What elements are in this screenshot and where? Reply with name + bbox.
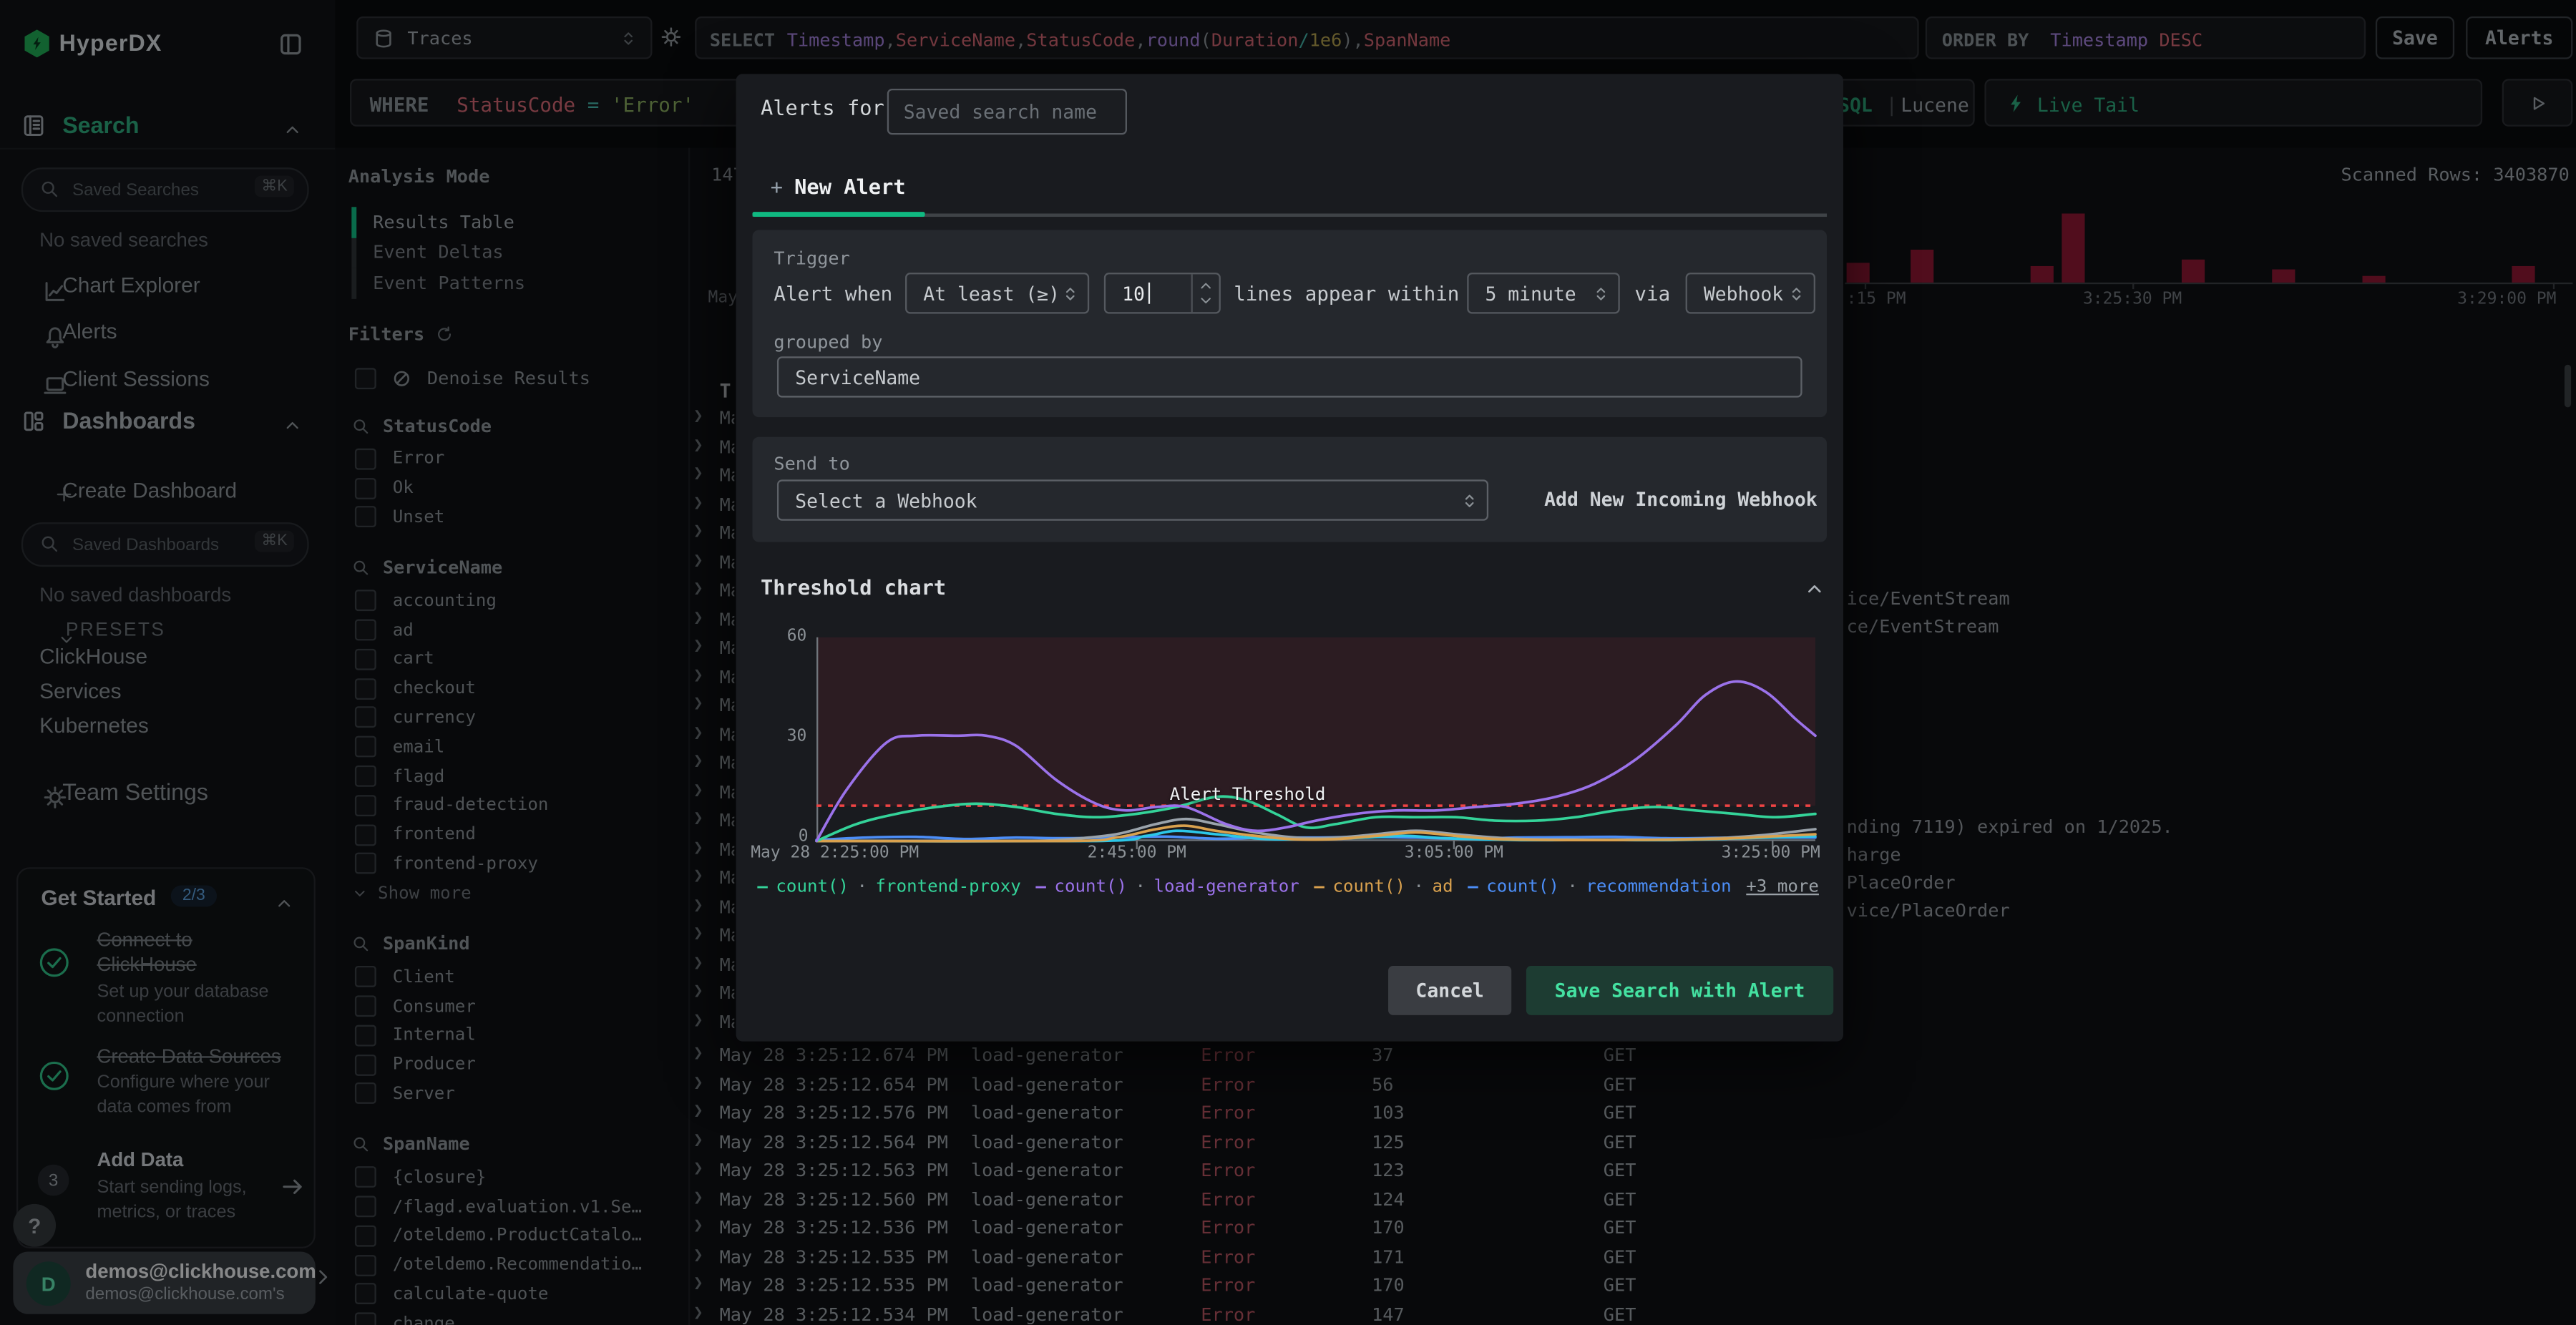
stepper-up-icon[interactable] bbox=[1197, 278, 1214, 294]
x-tick-1: 2:45:00 PM bbox=[1087, 844, 1186, 863]
legend-swatch: — bbox=[757, 877, 768, 897]
select-caret-icon bbox=[1787, 284, 1805, 302]
cancel-button[interactable]: Cancel bbox=[1388, 965, 1512, 1015]
trigger-label: Trigger bbox=[774, 248, 850, 270]
alert-when-text: Alert when bbox=[774, 282, 893, 306]
select-caret-icon bbox=[1460, 491, 1478, 509]
send-to-label: Send to bbox=[774, 453, 850, 475]
stepper-down-icon[interactable] bbox=[1197, 293, 1214, 309]
y-tick-0: 0 bbox=[798, 828, 809, 846]
send-to-panel: Send to Select a Webhook Add New Incomin… bbox=[752, 436, 1828, 542]
saved-search-name-input[interactable] bbox=[889, 90, 1126, 133]
save-search-with-alert-button[interactable]: Save Search with Alert bbox=[1526, 965, 1834, 1015]
number-stepper[interactable] bbox=[1191, 274, 1219, 313]
app-root: HyperDX Search ⌘K No saved searches Char… bbox=[0, 0, 2576, 1325]
y-tick-60: 60 bbox=[786, 627, 807, 646]
tab-active-indicator bbox=[752, 212, 925, 217]
collapse-chart-icon[interactable] bbox=[1804, 578, 1825, 600]
threshold-value-input[interactable]: 10 bbox=[1103, 273, 1221, 314]
tab-new-alert[interactable]: + New Alert bbox=[771, 174, 906, 198]
legend-item[interactable]: — count() · recommendation bbox=[1468, 877, 1731, 897]
add-webhook-button[interactable]: Add New Incoming Webhook bbox=[1544, 488, 1818, 511]
alert-modal: Alerts for +New Alert Trigger Alert when… bbox=[736, 74, 1843, 1042]
threshold-chart[interactable] bbox=[815, 637, 1817, 851]
webhook-select[interactable]: Select a Webhook bbox=[776, 479, 1489, 521]
trigger-panel: Trigger Alert when At least (≥) 10 lines… bbox=[752, 230, 1828, 418]
comparator-select[interactable]: At least (≥) bbox=[905, 273, 1090, 314]
legend-swatch: — bbox=[1468, 877, 1478, 897]
channel-select[interactable]: Webhook bbox=[1685, 273, 1815, 314]
saved-search-name-field[interactable] bbox=[887, 88, 1127, 135]
time-window-select[interactable]: 5 minute bbox=[1467, 273, 1620, 314]
legend-item[interactable]: — count() · ad bbox=[1314, 877, 1453, 897]
threshold-chart-title: Threshold chart bbox=[761, 575, 947, 600]
x-tick-0: May 28 2:25:00 PM bbox=[751, 844, 919, 863]
select-caret-icon bbox=[1061, 284, 1079, 302]
legend-item[interactable]: — count() · frontend-proxy bbox=[757, 877, 1020, 897]
grouped-by-input[interactable]: ServiceName bbox=[776, 356, 1802, 398]
lines-appear-text: lines appear within bbox=[1234, 282, 1460, 306]
text-caret bbox=[1148, 282, 1151, 304]
y-tick-30: 30 bbox=[786, 728, 807, 746]
via-text: via bbox=[1634, 282, 1671, 306]
legend-swatch: — bbox=[1314, 877, 1324, 897]
grouped-by-label: grouped by bbox=[774, 331, 883, 353]
legend-item[interactable]: — count() · load-generator bbox=[1035, 877, 1299, 897]
legend-swatch: — bbox=[1035, 877, 1046, 897]
x-tick-2: 3:05:00 PM bbox=[1404, 844, 1503, 863]
chart-legend: — count() · frontend-proxy — count() · l… bbox=[757, 877, 1825, 897]
legend-more[interactable]: +3 more bbox=[1746, 877, 1819, 897]
alert-threshold-label: Alert Threshold bbox=[1169, 785, 1326, 805]
plus-icon: + bbox=[770, 174, 784, 199]
modal-title: Alerts for bbox=[761, 95, 884, 120]
legend-items: — count() · frontend-proxy — count() · l… bbox=[757, 877, 1731, 897]
x-tick-3: 3:25:00 PM bbox=[1721, 844, 1820, 863]
select-caret-icon bbox=[1592, 284, 1610, 302]
